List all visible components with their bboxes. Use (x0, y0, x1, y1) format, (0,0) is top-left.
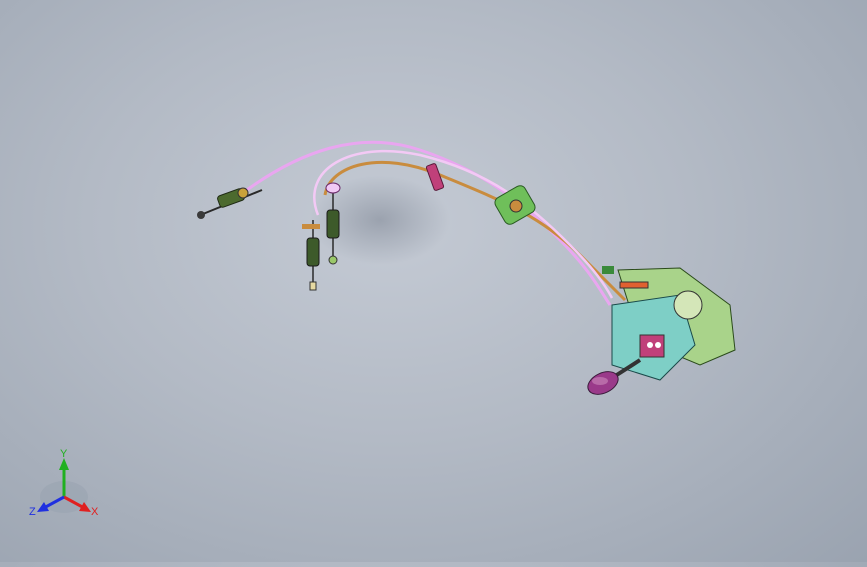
shift-knob[interactable] (584, 358, 642, 399)
y-axis-label: Y (60, 448, 68, 460)
axis-triad: Y X Z (29, 448, 99, 518)
cad-viewport[interactable]: Y X Z (0, 0, 867, 562)
cable-end-left[interactable] (197, 187, 263, 219)
x-axis-label: X (91, 506, 99, 518)
model-canvas[interactable]: Y X Z (0, 0, 867, 562)
cable-assembly[interactable] (197, 140, 736, 399)
z-axis-label: Z (29, 506, 36, 518)
shifter-housing[interactable] (602, 266, 736, 381)
